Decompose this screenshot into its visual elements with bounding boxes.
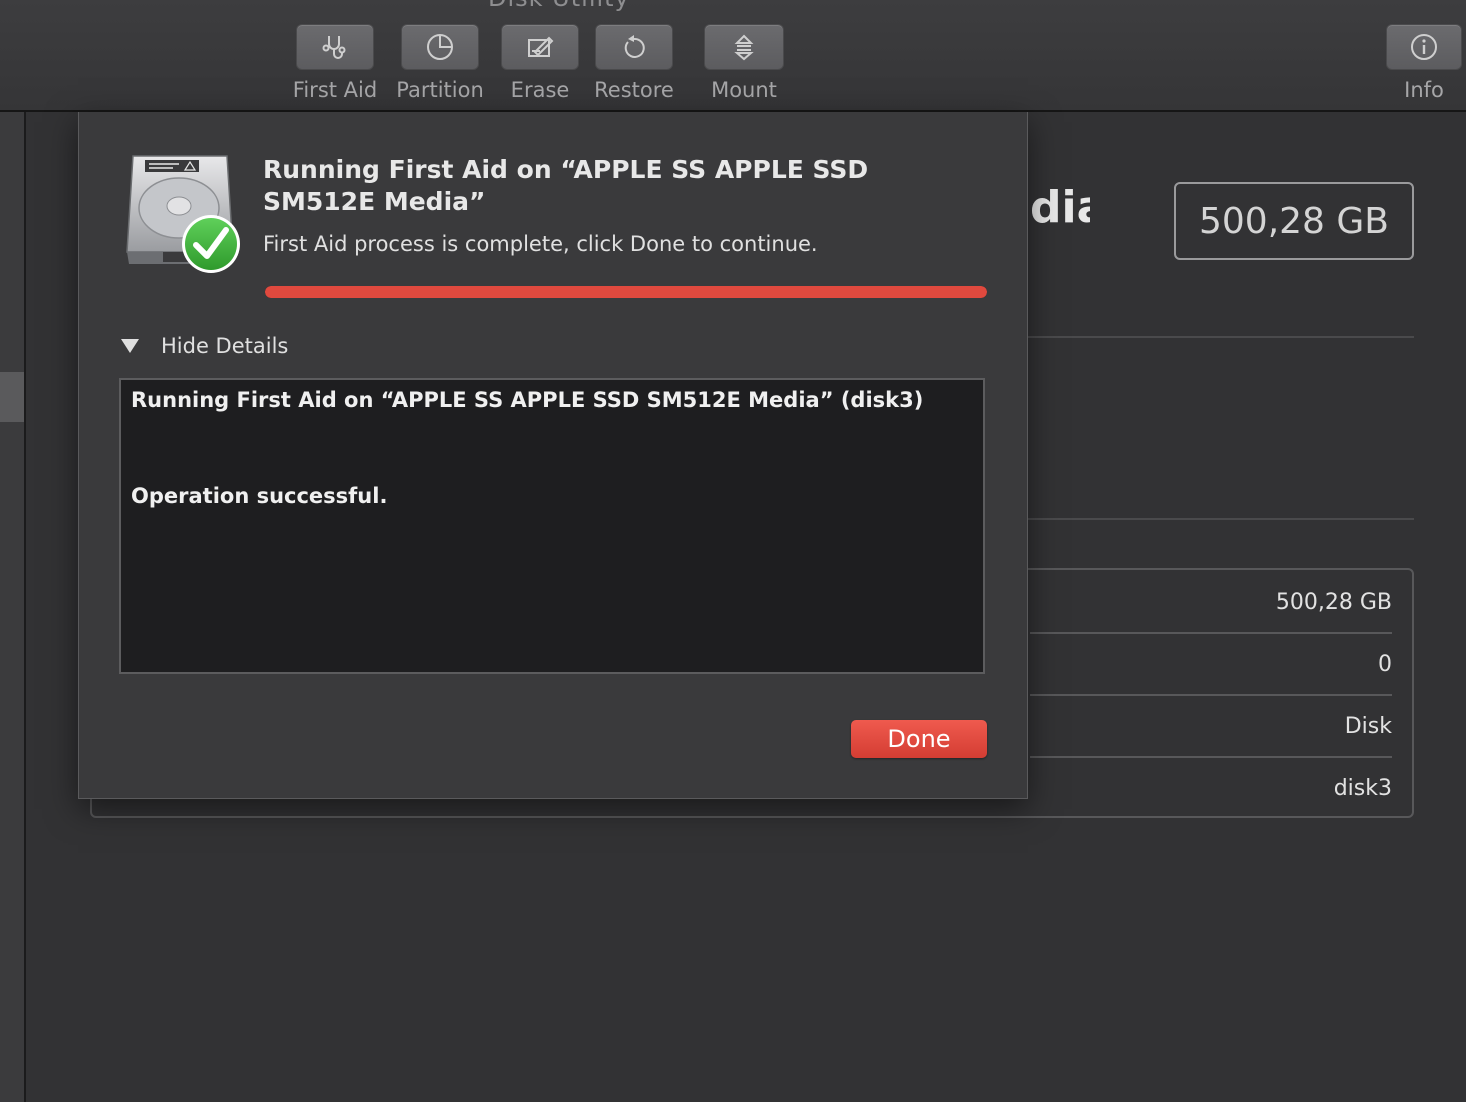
pie-chart-icon [427,34,453,60]
window-title: Disk Utility [488,0,630,12]
erase-label: Erase [510,78,570,102]
erase-button[interactable] [501,24,579,70]
sheet-status-text: First Aid process is complete, click Don… [263,232,818,256]
capacity-badge: 500,28 GB [1174,182,1414,260]
partition-button[interactable] [401,24,479,70]
table-separator [1030,632,1392,634]
first-aid-tool[interactable]: First Aid [292,24,378,102]
disclosure-triangle-icon[interactable] [121,339,139,353]
mount-button[interactable] [704,24,784,70]
divider [1028,518,1414,520]
mount-icon [734,34,754,61]
log-line: Operation successful. [131,484,388,508]
info-value-capacity: 500,28 GB [1275,590,1392,615]
first-aid-sheet: Running First Aid on “APPLE SS APPLE SSD… [78,112,1028,799]
first-aid-label: First Aid [292,78,378,102]
stethoscope-icon [322,36,346,59]
eraser-icon [528,36,554,57]
log-spacer [131,416,973,480]
info-icon [1411,34,1437,60]
info-value-type: Disk [1344,714,1392,739]
log-line: Running First Aid on “APPLE SS APPLE SSD… [131,388,924,412]
restore-arrow-icon [624,35,645,58]
progress-fill [265,286,987,298]
first-aid-button[interactable] [296,24,374,70]
mount-label: Mount [711,78,777,102]
divider [1028,336,1414,338]
details-log[interactable]: Running First Aid on “APPLE SS APPLE SSD… [119,378,985,674]
info-value-child-count: 0 [1378,652,1392,677]
toolbar: Disk Utility First Aid Partition [0,0,1466,112]
sheet-title: Running First Aid on “APPLE SS APPLE SSD… [263,155,869,216]
hard-disk-check-icon [126,155,240,273]
sidebar-scrollbar[interactable] [0,372,24,422]
partition-tool[interactable]: Partition [396,24,484,102]
info-tool[interactable]: Info [1386,24,1462,102]
restore-button[interactable] [595,24,673,70]
done-button[interactable]: Done [851,720,987,758]
mount-tool[interactable]: Mount [704,24,784,102]
restore-tool[interactable]: Restore [594,24,674,102]
hide-details-toggle[interactable]: Hide Details [121,334,288,358]
info-label: Info [1404,78,1444,102]
table-separator [1030,756,1392,758]
partition-label: Partition [396,78,484,102]
disk-title: dia [1030,182,1090,233]
restore-label: Restore [594,78,674,102]
erase-tool[interactable]: Erase [501,24,579,102]
info-value-device: disk3 [1333,776,1392,801]
sidebar [0,112,26,1102]
table-separator [1030,694,1392,696]
info-button[interactable] [1386,24,1462,70]
progress-bar [265,286,987,298]
details-toggle-label: Hide Details [161,334,289,358]
